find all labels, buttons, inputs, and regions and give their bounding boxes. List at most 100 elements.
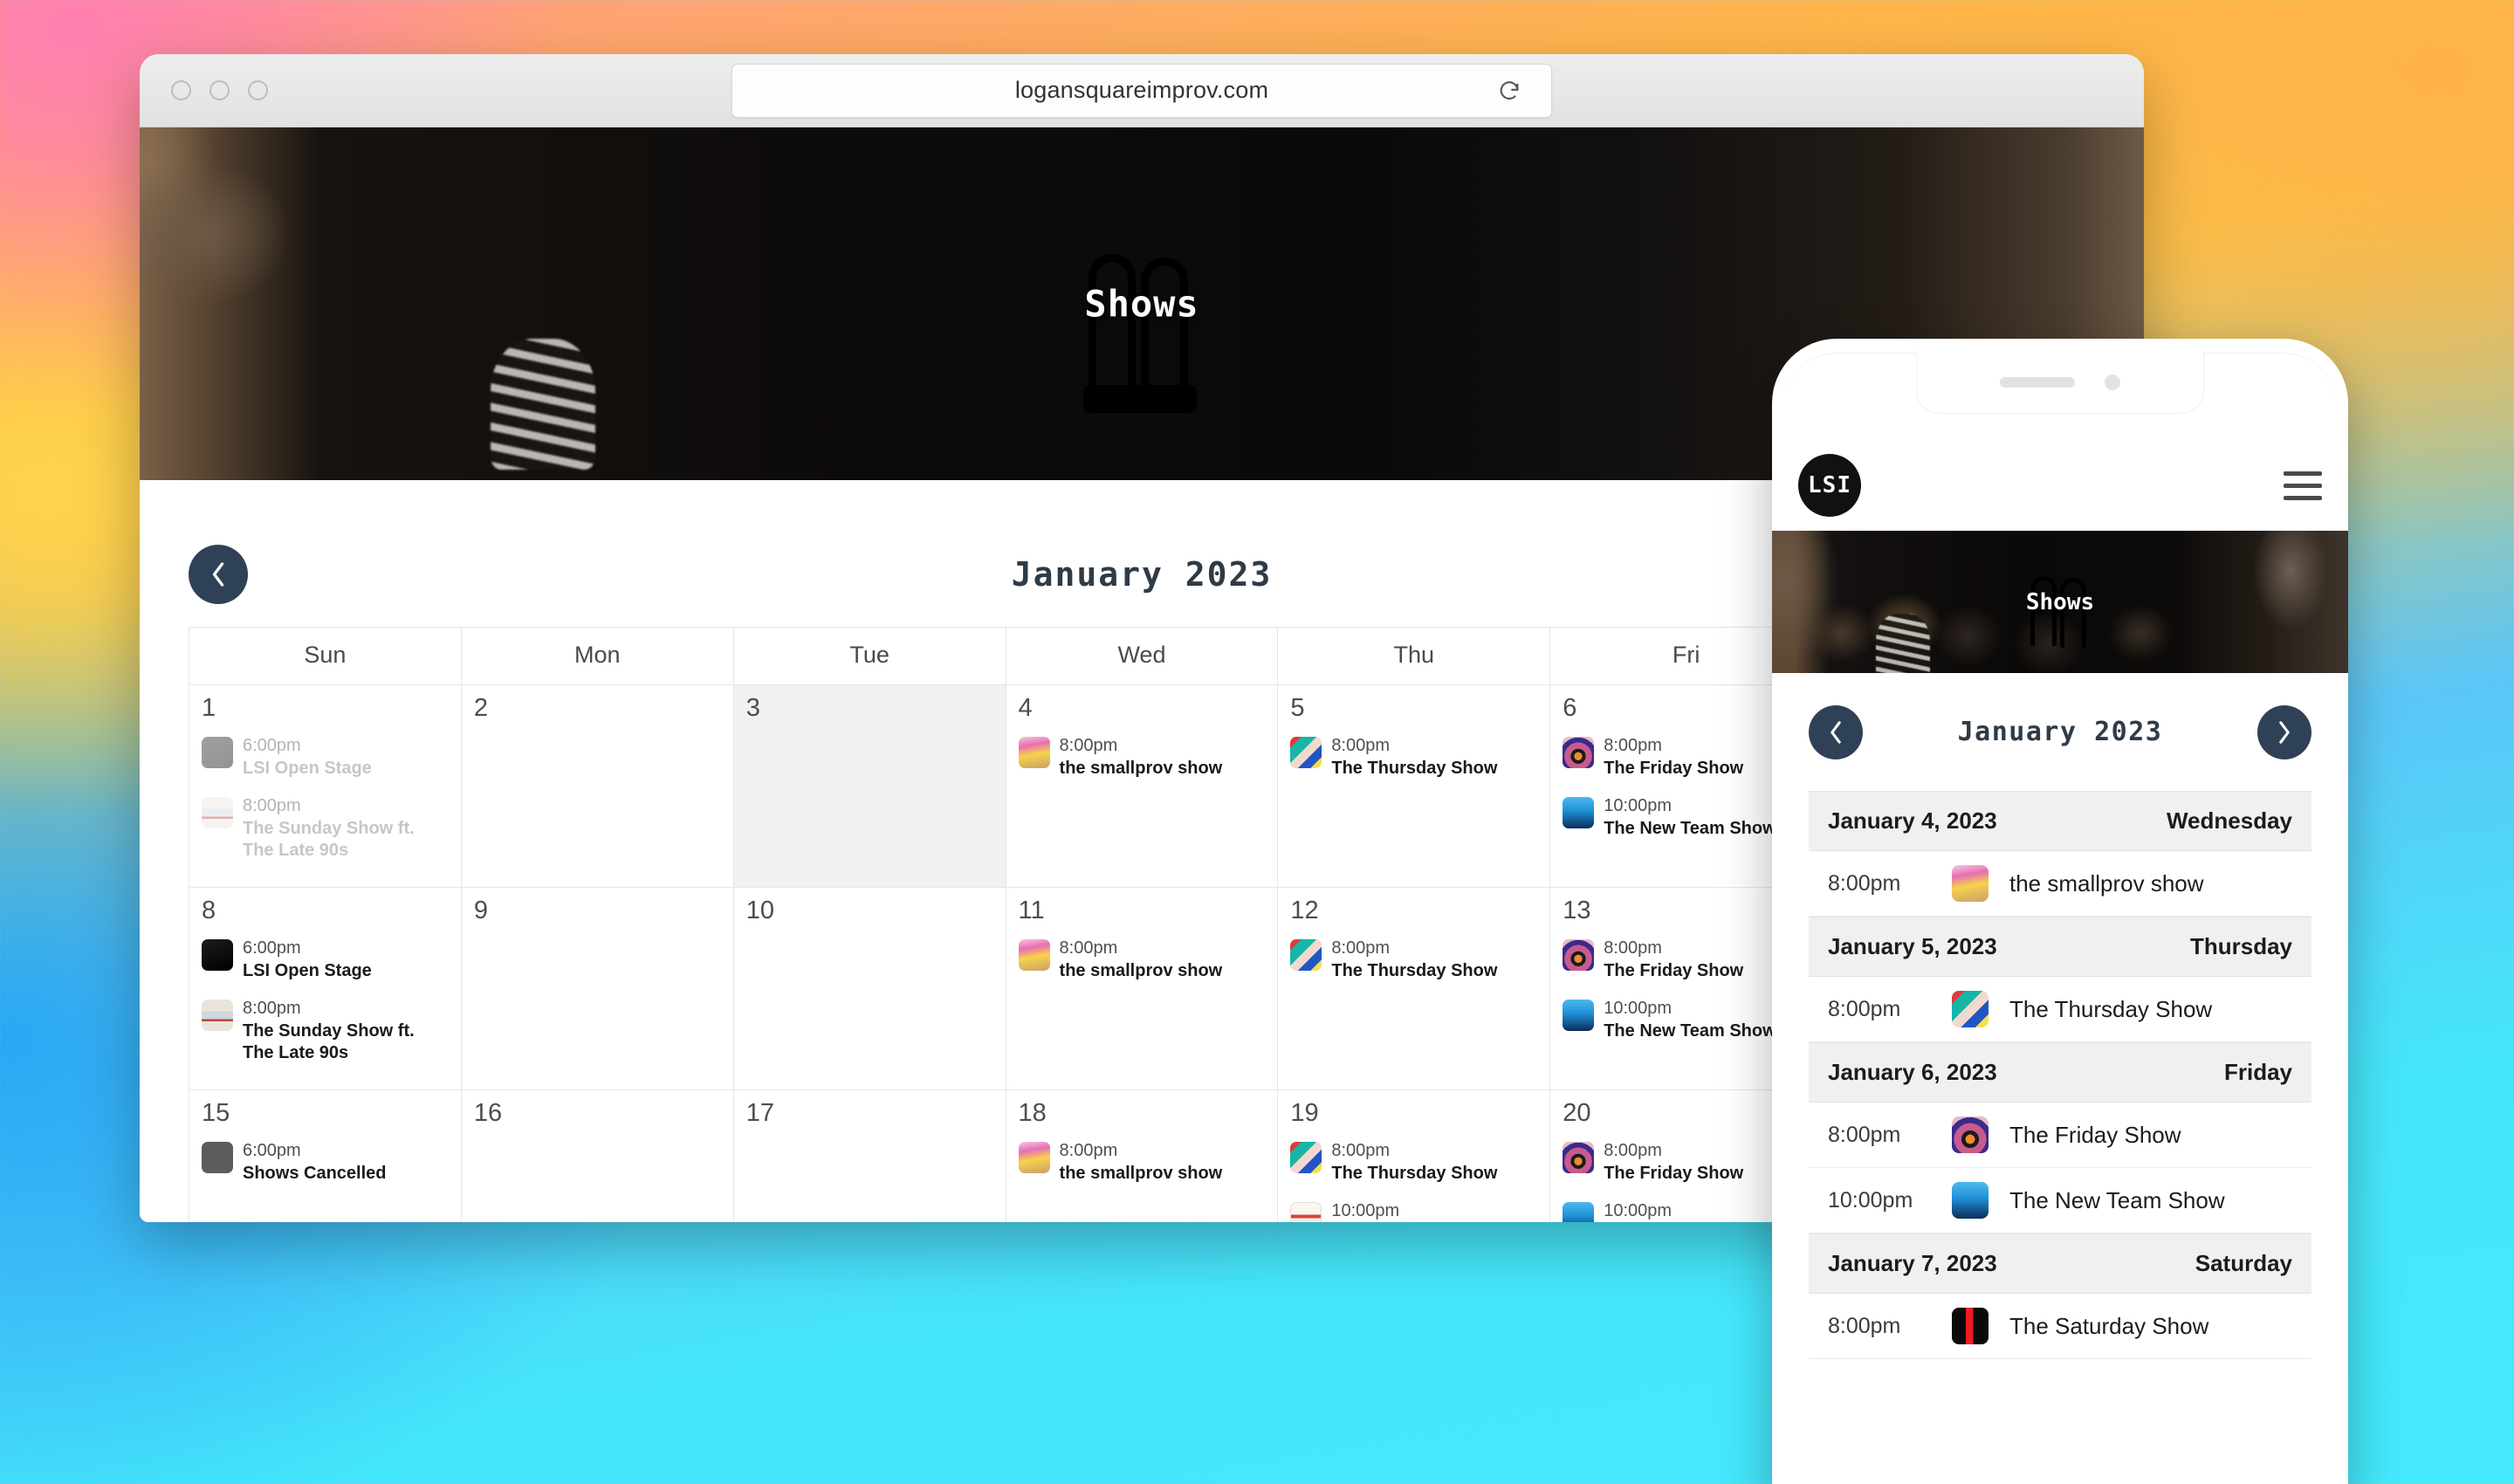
event-title: LSI Open Stage: [243, 758, 372, 778]
weekday-header-mon: Mon: [460, 627, 734, 685]
event-time: 10:00pm: [1604, 999, 1673, 1019]
calendar-day-cell[interactable]: 1 6:00pm LSI Open Stage 8:00pm The Sunday Sh…: [189, 684, 462, 888]
calendar-day-number: 11: [1018, 896, 1045, 924]
agenda-event-time: 8:00pm: [1828, 1122, 1901, 1147]
event-title: The Friday Show: [1604, 758, 1744, 778]
event-thumbnail-icon: [1290, 737, 1322, 768]
calendar-day-cell[interactable]: 4 8:00pm the smallprov show: [1005, 684, 1279, 888]
calendar-day-number: 15: [202, 1098, 230, 1127]
calendar-day-number: 5: [1290, 694, 1305, 722]
event-time: 8:00pm: [1059, 736, 1118, 755]
agenda-date: January 5, 2023: [1828, 933, 1997, 959]
phone-speaker-icon: [2000, 376, 2075, 388]
agenda-event-thumbnail-icon: [1952, 1308, 1989, 1344]
calendar-event[interactable]: 6:00pm Shows Cancelled: [202, 1140, 449, 1185]
event-text: 8:00pm The Thursday Show: [1331, 938, 1497, 982]
event-time: 8:00pm: [1604, 736, 1662, 755]
calendar-event[interactable]: 10:00pmThe Good Time Girls present: A Mu…: [1290, 1200, 1537, 1222]
calendar-event[interactable]: 8:00pm the smallprov show: [1018, 938, 1266, 982]
calendar-day-cell[interactable]: 9: [460, 886, 734, 1090]
calendar-day-number: 9: [473, 896, 488, 924]
event-text: 8:00pm the smallprov show: [1060, 735, 1223, 780]
event-text: 10:00pmThe New Team Show: [1604, 1200, 1776, 1222]
agenda-event-row[interactable]: 8:00pm The Saturday Show: [1809, 1294, 2311, 1359]
calendar-day-cell[interactable]: 15 6:00pm Shows Cancelled: [189, 1089, 462, 1222]
event-thumbnail-icon: [1563, 1000, 1595, 1032]
event-text: 8:00pm the smallprov show: [1060, 938, 1223, 982]
browser-chrome: logansquareimprov.com: [140, 54, 2144, 127]
phone-hero-image: Shows: [1772, 531, 2348, 673]
hamburger-menu-icon[interactable]: [2284, 471, 2322, 500]
event-title: the smallprov show: [1059, 960, 1223, 980]
calendar-day-cell[interactable]: 16: [460, 1089, 734, 1222]
event-thumbnail-icon: [1563, 1202, 1595, 1222]
reload-icon[interactable]: [1497, 79, 1521, 103]
calendar-day-number: 16: [473, 1098, 503, 1127]
calendar-event[interactable]: 8:00pm The Sunday Show ft. The Late 90s: [202, 998, 449, 1065]
event-thumbnail-icon: [202, 797, 233, 829]
calendar-day-cell[interactable]: 12 8:00pm The Thursday Show: [1277, 886, 1551, 1090]
agenda-date: January 4, 2023: [1828, 807, 1997, 834]
traffic-light-buttons: [171, 80, 268, 100]
event-time: 6:00pm: [243, 1140, 301, 1160]
agenda-date: January 7, 2023: [1828, 1250, 1997, 1276]
calendar-event[interactable]: 6:00pm LSI Open Stage: [202, 735, 449, 780]
agenda-event-row[interactable]: 8:00pm the smallprov show: [1809, 851, 2311, 917]
zoom-window-button[interactable]: [248, 80, 268, 100]
calendar-day-cell[interactable]: 19 8:00pm The Thursday Show 10:00pmThe Good…: [1277, 1089, 1551, 1222]
calendar-event[interactable]: 8:00pm the smallprov show: [1018, 735, 1266, 780]
calendar-day-cell[interactable]: 5 8:00pm The Thursday Show: [1277, 684, 1551, 888]
agenda-event-title: the smallprov show: [2009, 869, 2204, 897]
phone-prev-month-button[interactable]: [1809, 704, 1863, 759]
calendar-day-cell[interactable]: 17: [732, 1089, 1006, 1222]
event-time: 6:00pm: [243, 736, 301, 755]
phone-agenda-list: January 4, 2023 Wednesday 8:00pm the smallp…: [1772, 791, 2348, 1359]
agenda-event-row[interactable]: 8:00pm The Friday Show: [1809, 1103, 2311, 1168]
calendar-day-number: 4: [1018, 694, 1033, 722]
event-thumbnail-icon: [202, 1000, 233, 1032]
agenda-event-row[interactable]: 8:00pm The Thursday Show: [1809, 977, 2311, 1042]
lsi-logo[interactable]: LSI: [1798, 454, 1861, 517]
calendar-event[interactable]: 8:00pm The Thursday Show: [1290, 1140, 1537, 1185]
event-thumbnail-icon: [1563, 938, 1595, 971]
calendar-event[interactable]: 6:00pm LSI Open Stage: [202, 938, 449, 982]
calendar-day-cell[interactable]: 10: [732, 886, 1006, 1090]
event-text: 6:00pm LSI Open Stage: [243, 938, 372, 982]
address-bar[interactable]: logansquareimprov.com: [732, 63, 1552, 118]
event-thumbnail-icon: [1290, 1202, 1322, 1222]
calendar-day-cell[interactable]: 8 6:00pm LSI Open Stage 8:00pm The Sunday Sh…: [189, 886, 462, 1090]
calendar-event[interactable]: 8:00pm the smallprov show: [1018, 1140, 1266, 1185]
agenda-day-header: January 7, 2023 Saturday: [1809, 1233, 2311, 1294]
agenda-event-time: 8:00pm: [1828, 996, 1901, 1021]
calendar-day-number: 1: [202, 694, 216, 722]
chevron-left-icon: [1831, 720, 1841, 744]
phone-next-month-button[interactable]: [2257, 704, 2311, 759]
calendar-event[interactable]: 8:00pm The Thursday Show: [1290, 735, 1537, 780]
calendar-prev-month-button[interactable]: [189, 545, 248, 604]
event-time: 8:00pm: [1059, 1140, 1118, 1160]
calendar-day-cell[interactable]: 18 8:00pm the smallprov show: [1005, 1089, 1279, 1222]
event-text: 8:00pm the smallprov show: [1060, 1140, 1223, 1185]
calendar-event[interactable]: 8:00pm The Sunday Show ft. The Late 90s: [202, 795, 449, 862]
calendar-day-cell[interactable]: 2: [460, 684, 734, 888]
event-title: the smallprov show: [1059, 758, 1223, 778]
agenda-event-title: The Thursday Show: [2009, 995, 2213, 1022]
agenda-weekday: Saturday: [2195, 1250, 2292, 1276]
agenda-event-row[interactable]: 10:00pm The New Team Show: [1809, 1168, 2311, 1233]
event-thumbnail-icon: [1290, 1141, 1322, 1173]
minimize-window-button[interactable]: [210, 80, 230, 100]
calendar-day-cell[interactable]: 3: [732, 684, 1006, 888]
url-text: logansquareimprov.com: [1014, 77, 1269, 103]
close-window-button[interactable]: [171, 80, 191, 100]
calendar-event[interactable]: 8:00pm The Thursday Show: [1290, 938, 1537, 982]
calendar-day-cell[interactable]: 11 8:00pm the smallprov show: [1005, 886, 1279, 1090]
event-title: The Sunday Show ft. The Late 90s: [243, 1020, 415, 1063]
event-time: 8:00pm: [1604, 1140, 1662, 1160]
weekday-header-thu: Thu: [1277, 627, 1551, 685]
event-title: Shows Cancelled: [243, 1163, 387, 1183]
event-thumbnail-icon: [1018, 737, 1050, 768]
agenda-weekday: Wednesday: [2166, 807, 2292, 834]
agenda-event-thumbnail-icon: [1952, 1182, 1989, 1219]
phone-camera-icon: [2105, 374, 2120, 390]
weekday-header-sun: Sun: [189, 627, 462, 685]
